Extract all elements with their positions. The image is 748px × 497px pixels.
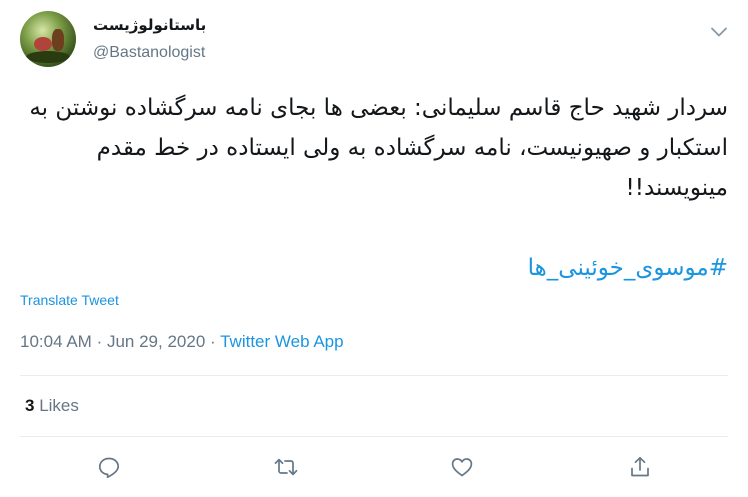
meta-separator: · <box>210 332 216 351</box>
tweet-time[interactable]: 10:04 AM <box>20 332 92 351</box>
divider <box>20 436 728 437</box>
likes-label: Likes <box>39 396 79 415</box>
tweet-metadata: 10:04 AM · Jun 29, 2020 · Twitter Web Ap… <box>20 332 344 352</box>
retweet-icon[interactable] <box>273 454 299 480</box>
divider <box>20 375 728 376</box>
tweet-source-link[interactable]: Twitter Web App <box>220 332 343 351</box>
hashtag-link[interactable]: #موسوی_خوئینی_ها <box>528 250 728 286</box>
reply-icon[interactable] <box>96 454 122 480</box>
translate-tweet-link[interactable]: Translate Tweet <box>20 292 119 308</box>
display-name[interactable]: باستانولوژیست <box>93 16 206 34</box>
heart-icon[interactable] <box>449 454 475 480</box>
likes-link[interactable]: 3 Likes <box>25 396 79 416</box>
user-handle[interactable]: @Bastanologist <box>93 44 205 62</box>
avatar[interactable] <box>20 11 76 67</box>
chevron-down-icon[interactable] <box>707 20 731 44</box>
tweet-text: سردار شهید حاج قاسم سلیمانی: بعضی ها بجا… <box>29 95 728 201</box>
tweet-date[interactable]: Jun 29, 2020 <box>107 332 205 351</box>
tweet-card: باستانولوژیست @Bastanologist سردار شهید … <box>0 0 748 497</box>
meta-separator: · <box>96 332 103 351</box>
likes-count: 3 <box>25 396 35 415</box>
share-icon[interactable] <box>627 454 653 480</box>
